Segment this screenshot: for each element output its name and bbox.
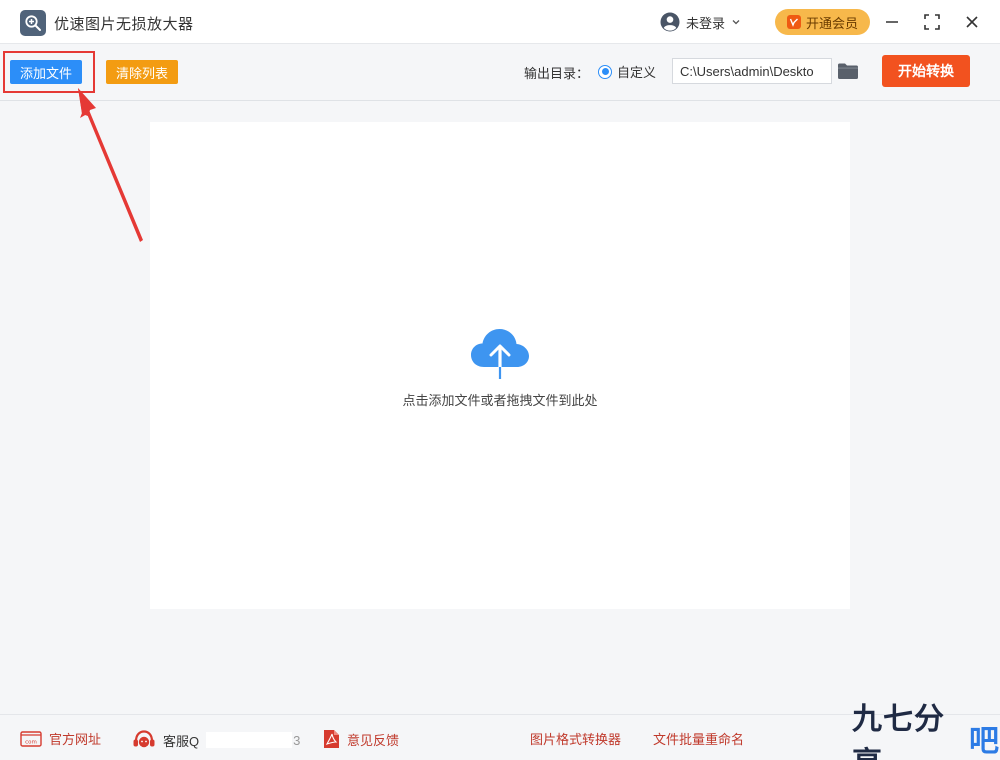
title-bar: 优速图片无损放大器 未登录 开通会员: [0, 0, 1000, 44]
custom-output-radio[interactable]: 自定义: [598, 62, 656, 81]
app-window: 优速图片无损放大器 未登录 开通会员 添加文件 清除列表 输出目录： 自定义 C…: [0, 0, 1000, 760]
user-icon: [660, 12, 680, 32]
file-drop-zone[interactable]: 点击添加文件或者拖拽文件到此处: [150, 122, 850, 609]
toolbar: 添加文件 清除列表 输出目录： 自定义 开始转换: [0, 44, 1000, 101]
vip-button[interactable]: 开通会员: [775, 9, 870, 35]
watermark-accent: 吧: [969, 725, 1000, 758]
watermark-main: 九七分享: [852, 703, 945, 760]
chevron-down-icon: [732, 20, 740, 25]
format-converter-link[interactable]: 图片格式转换器: [530, 729, 621, 748]
vip-label: 开通会员: [805, 15, 858, 31]
close-icon[interactable]: [961, 11, 983, 33]
headset-icon: [133, 730, 155, 748]
format-converter-label: 图片格式转换器: [530, 732, 622, 747]
annotation-arrow-icon: [78, 88, 143, 242]
official-site-label: 官方网址: [49, 732, 102, 747]
svg-text:com: com: [25, 739, 37, 745]
folder-icon[interactable]: [837, 62, 859, 80]
cloud-upload-icon: [471, 329, 529, 379]
login-menu[interactable]: 未登录: [660, 10, 741, 34]
support-link[interactable]: 客服Q 3: [132, 729, 300, 751]
feedback-label: 意见反馈: [347, 732, 400, 748]
batch-rename-link[interactable]: 文件批量重命名: [653, 729, 744, 748]
clear-list-button[interactable]: 清除列表: [106, 60, 178, 84]
official-site-link[interactable]: com 官方网址: [20, 729, 101, 748]
website-icon: com: [20, 730, 42, 747]
vip-badge-icon: [786, 15, 801, 29]
pdf-feedback-icon: [324, 730, 339, 748]
login-label: 未登录: [686, 15, 726, 31]
batch-rename-label: 文件批量重命名: [653, 732, 745, 747]
support-label: 客服Q: [163, 733, 200, 749]
feedback-link[interactable]: 意见反馈: [322, 729, 399, 749]
drop-hint-text: 点击添加文件或者拖拽文件到此处: [402, 393, 598, 408]
start-convert-button[interactable]: 开始转换: [882, 55, 970, 87]
support-tail: 3: [293, 732, 301, 748]
footer-bar: com 官方网址 客服Q 3 意见反馈 图片格式转换器 文件批量重命名: [0, 714, 1000, 760]
watermark-logo: 九七分享吧: [852, 703, 1000, 760]
maximize-icon[interactable]: [921, 11, 943, 33]
add-files-button[interactable]: 添加文件: [10, 60, 82, 84]
output-path-input[interactable]: [672, 58, 832, 84]
output-dir-label: 输出目录：: [524, 66, 590, 81]
custom-option-label: 自定义: [617, 65, 657, 80]
radio-selected-icon: [598, 64, 612, 79]
redacted-region: [206, 732, 293, 748]
app-title: 优速图片无损放大器: [54, 16, 194, 33]
app-logo-icon: [20, 10, 46, 36]
minimize-icon[interactable]: [881, 11, 903, 33]
